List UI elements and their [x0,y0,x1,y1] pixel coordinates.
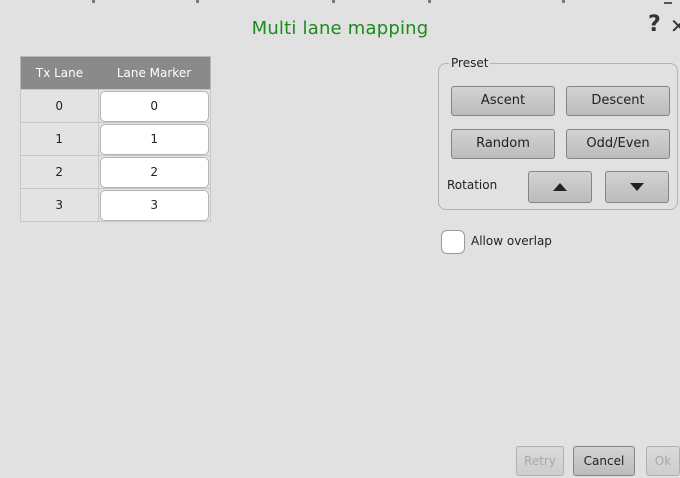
edge-tick [92,0,95,3]
lane-marker-cell: 1 [97,122,211,156]
cancel-button[interactable]: Cancel [573,446,635,476]
tx-lane-cell: 3 [20,188,99,222]
edge-tick [562,0,565,3]
column-header-tx-lane: Tx Lane [20,56,98,90]
table-row: 2 2 [20,155,211,189]
dialog-title: Multi lane mapping [251,18,429,39]
allow-overlap-label: Allow overlap [471,234,552,248]
triangle-up-icon [553,182,567,191]
lane-marker-input[interactable]: 1 [99,123,209,155]
edge-tick [332,0,335,3]
lane-marker-input[interactable]: 0 [99,90,209,122]
descent-button[interactable]: Descent [566,86,670,116]
lane-mapping-table: Tx Lane Lane Marker 0 0 1 1 2 2 3 3 [20,56,211,222]
table-row: 1 1 [20,122,211,156]
allow-overlap-checkbox[interactable] [441,230,465,254]
preset-legend: Preset [451,56,489,70]
table-header-row: Tx Lane Lane Marker [20,56,211,90]
retry-button[interactable]: Retry [516,446,564,476]
rotation-label: Rotation [447,178,498,192]
random-button[interactable]: Random [451,129,555,159]
tx-lane-cell: 2 [20,155,99,189]
table-row: 0 0 [20,89,211,123]
minimize-icon[interactable] [664,2,672,4]
lane-marker-input[interactable]: 3 [99,189,209,221]
lane-marker-cell: 0 [97,89,211,123]
ok-button[interactable]: Ok [646,446,680,476]
tx-lane-cell: 0 [20,89,99,123]
lane-marker-cell: 3 [97,188,211,222]
lane-marker-input[interactable]: 2 [99,156,209,188]
top-edge-ticks [0,0,680,4]
odd-even-button[interactable]: Odd/Even [566,129,670,159]
tx-lane-cell: 1 [20,122,99,156]
rotate-up-button[interactable] [528,171,592,203]
edge-tick [196,0,199,3]
rotate-down-button[interactable] [605,171,669,203]
edge-tick [428,0,431,3]
lane-marker-cell: 2 [97,155,211,189]
column-header-lane-marker: Lane Marker [98,56,211,90]
close-icon[interactable]: ✕ [670,14,680,38]
ascent-button[interactable]: Ascent [451,86,555,116]
triangle-down-icon [630,182,644,191]
help-icon[interactable]: ? [648,12,661,37]
table-row: 3 3 [20,188,211,222]
